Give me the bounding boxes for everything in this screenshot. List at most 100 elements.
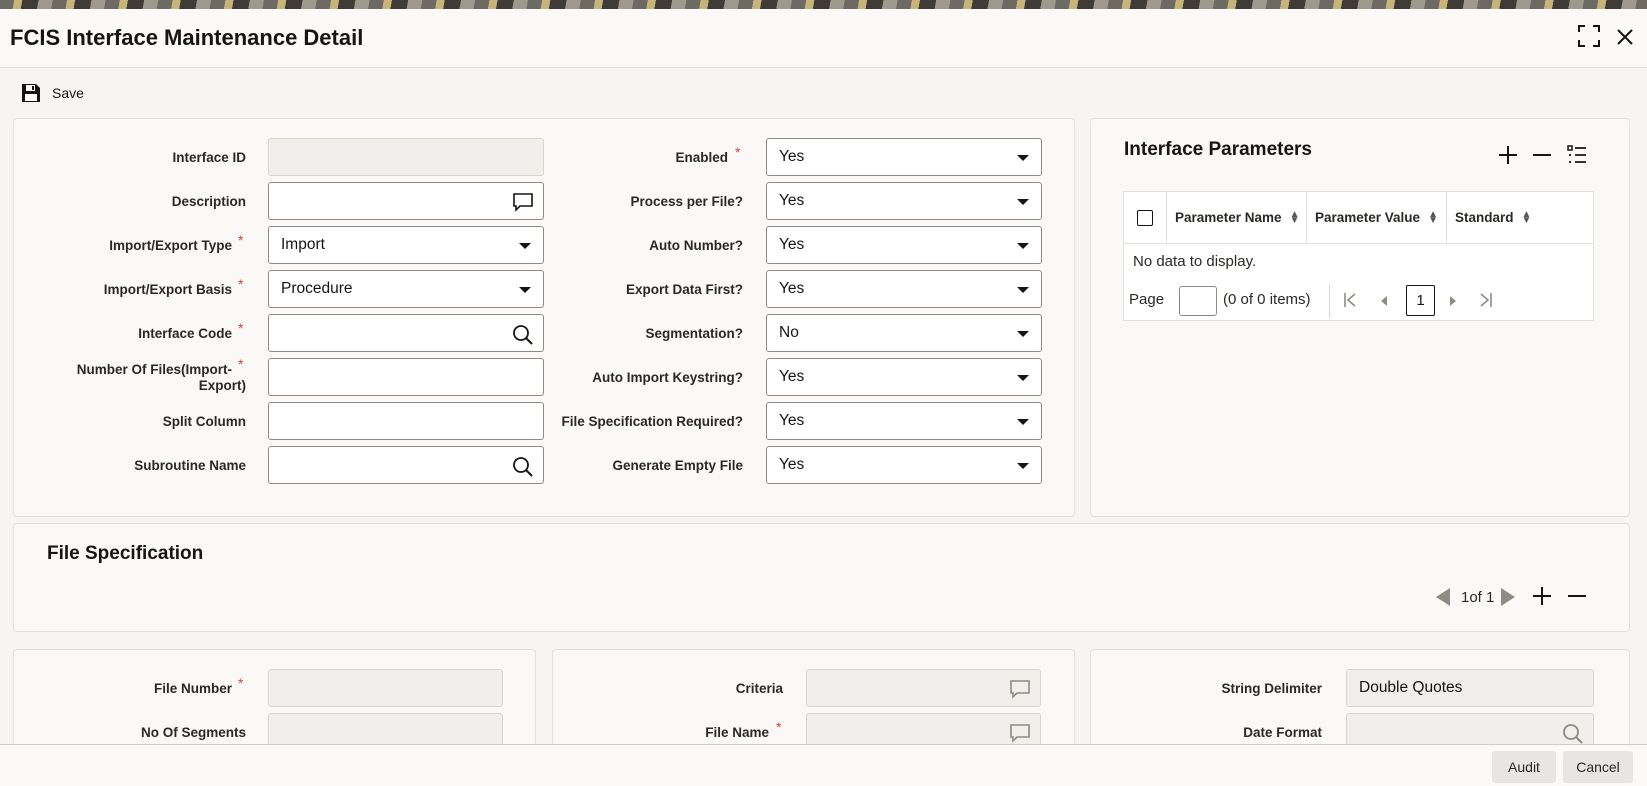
string-delimiter-input[interactable]: Double Quotes <box>1346 669 1594 707</box>
search-icon[interactable] <box>1562 723 1584 745</box>
maximize-icon[interactable] <box>1576 23 1602 49</box>
file-name-label: File Name <box>705 725 769 740</box>
chevron-down-icon <box>519 243 531 249</box>
number-of-files-input[interactable] <box>268 358 544 396</box>
first-page-icon[interactable] <box>1343 292 1357 308</box>
column-header-parameter-name[interactable]: Parameter Name ▲ ▼ <box>1167 192 1307 243</box>
interface-code-label: Interface Code <box>138 326 232 341</box>
column-header-parameter-value[interactable]: Parameter Value ▲ ▼ <box>1307 192 1447 243</box>
chevron-down-icon <box>1017 419 1029 425</box>
title-bar: FCIS Interface Maintenance Detail <box>0 9 1647 67</box>
criteria-label: Criteria <box>735 681 783 696</box>
process-per-file-value: Yes <box>779 192 805 209</box>
file-spec-required-select[interactable]: Yes <box>766 402 1042 440</box>
standard-header-label: Standard <box>1455 210 1514 225</box>
current-page-button[interactable]: 1 <box>1406 285 1435 316</box>
segmentation-select[interactable]: No <box>766 314 1042 352</box>
chevron-down-icon <box>1017 243 1029 249</box>
auto-number-value: Yes <box>779 236 805 253</box>
interface-parameters-title: Interface Parameters <box>1124 139 1312 160</box>
file-number-input[interactable] <box>268 669 503 707</box>
interface-id-input[interactable] <box>268 138 544 176</box>
search-icon[interactable] <box>512 456 534 478</box>
add-row-icon[interactable] <box>1497 144 1519 166</box>
previous-page-icon[interactable] <box>1379 295 1389 307</box>
delete-record-icon[interactable] <box>1566 585 1588 607</box>
column-header-standard[interactable]: Standard ▲ ▼ <box>1447 192 1594 243</box>
process-per-file-select[interactable]: Yes <box>766 182 1042 220</box>
export-data-first-value: Yes <box>779 280 805 297</box>
required-marker: * <box>735 144 741 160</box>
process-per-file-label: Process per File? <box>630 194 743 209</box>
export-data-first-select[interactable]: Yes <box>766 270 1042 308</box>
add-record-icon[interactable] <box>1531 585 1553 607</box>
page-title: FCIS Interface Maintenance Detail <box>10 25 364 50</box>
search-icon[interactable] <box>512 324 534 346</box>
description-input[interactable] <box>268 182 544 220</box>
comment-icon[interactable] <box>512 192 534 212</box>
string-delimiter-label: String Delimiter <box>1221 681 1322 696</box>
import-export-type-select[interactable]: Import <box>268 226 544 264</box>
export-data-first-label: Export Data First? <box>625 282 743 297</box>
required-marker: * <box>238 356 244 372</box>
empty-table-message: No data to display. <box>1133 253 1257 270</box>
record-pager-text: 1of 1 <box>1461 589 1495 606</box>
generate-empty-file-select[interactable]: Yes <box>766 446 1042 484</box>
last-page-icon[interactable] <box>1479 292 1493 308</box>
auto-import-keystring-value: Yes <box>779 368 805 385</box>
list-view-icon[interactable] <box>1566 144 1588 166</box>
number-of-files-label-line1: Number Of Files(Import- <box>76 362 232 377</box>
segmentation-label: Segmentation? <box>645 326 743 341</box>
chevron-down-icon <box>1017 331 1029 337</box>
footer-bar: Audit Cancel <box>0 744 1647 786</box>
auto-number-label: Auto Number? <box>649 238 743 253</box>
number-of-files-label-line2: Export) <box>198 378 246 393</box>
date-format-label: Date Format <box>1243 725 1322 740</box>
subroutine-name-label: Subroutine Name <box>134 458 246 473</box>
sort-icon: ▲ ▼ <box>1428 208 1438 226</box>
previous-record-icon[interactable] <box>1434 587 1452 607</box>
cancel-button[interactable]: Cancel <box>1563 751 1633 783</box>
comment-icon[interactable] <box>1009 679 1031 699</box>
generate-empty-file-label: Generate Empty File <box>612 458 743 473</box>
interface-code-input[interactable] <box>268 314 544 352</box>
enabled-value: Yes <box>779 148 805 165</box>
required-marker: * <box>238 320 244 336</box>
file-specification-panel <box>13 523 1630 632</box>
page-number-input[interactable] <box>1179 286 1217 316</box>
generate-empty-file-value: Yes <box>779 456 805 473</box>
file-spec-required-label: File Specification Required? <box>561 414 743 429</box>
interface-id-label: Interface ID <box>172 150 246 165</box>
file-number-label: File Number <box>153 681 232 696</box>
import-export-basis-select[interactable]: Procedure <box>268 270 544 308</box>
split-column-label: Split Column <box>162 414 246 429</box>
split-column-input[interactable] <box>268 402 544 440</box>
delete-row-icon[interactable] <box>1531 144 1553 166</box>
save-button[interactable]: Save <box>20 82 84 104</box>
auto-import-keystring-select[interactable]: Yes <box>766 358 1042 396</box>
page-label: Page <box>1129 291 1165 308</box>
chevron-down-icon <box>1017 375 1029 381</box>
enabled-select[interactable]: Yes <box>766 138 1042 176</box>
chevron-down-icon <box>1017 199 1029 205</box>
required-marker: * <box>776 719 782 735</box>
close-icon[interactable] <box>1614 23 1636 49</box>
select-all-checkbox[interactable] <box>1137 209 1153 226</box>
segmentation-value: No <box>779 324 799 341</box>
subroutine-name-input[interactable] <box>268 446 544 484</box>
file-specification-title: File Specification <box>47 543 204 564</box>
next-page-icon[interactable] <box>1448 295 1458 307</box>
auto-number-select[interactable]: Yes <box>766 226 1042 264</box>
toolbar: Save <box>0 67 1647 118</box>
description-label: Description <box>171 194 246 209</box>
comment-icon[interactable] <box>1009 723 1031 743</box>
number-of-files-label: Number Of Files(Import- Export) <box>60 362 246 394</box>
chevron-down-icon <box>1017 463 1029 469</box>
required-marker: * <box>238 675 244 691</box>
criteria-input[interactable] <box>806 669 1041 707</box>
select-all-cell <box>1124 192 1167 243</box>
chevron-down-icon <box>519 287 531 293</box>
next-record-icon[interactable] <box>1499 587 1517 607</box>
audit-button[interactable]: Audit <box>1492 751 1556 783</box>
sort-icon: ▲ ▼ <box>1289 208 1300 226</box>
